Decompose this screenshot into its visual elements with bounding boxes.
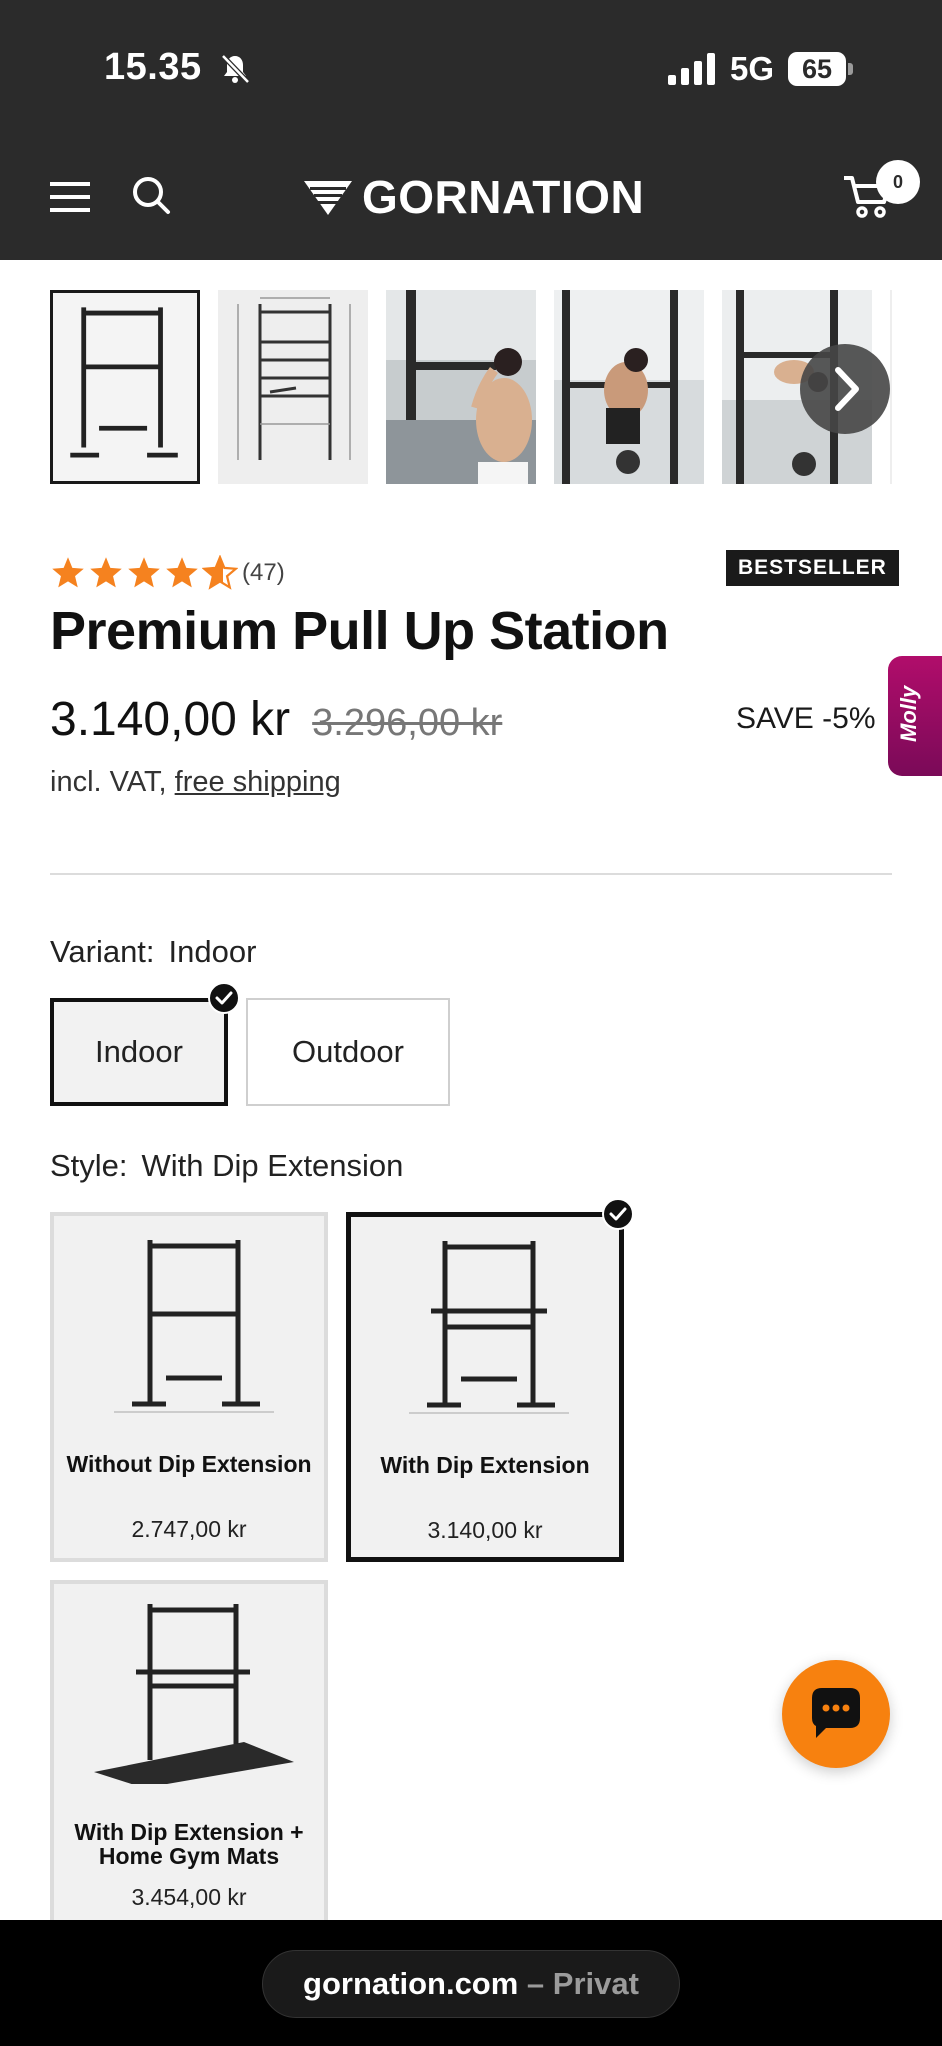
style-card-name: Without Dip Extension [66, 1451, 312, 1477]
menu-icon[interactable] [50, 180, 92, 214]
style-card-with-dip-mats[interactable]: With Dip Extension + Home Gym Mats 3.454… [50, 1580, 328, 1940]
style-card-name: With Dip Extension [380, 1452, 590, 1478]
check-icon [208, 982, 240, 1014]
thumbnail-6[interactable] [890, 290, 892, 484]
logo-mark-icon [304, 181, 352, 215]
style-card-price: 3.140,00 kr [427, 1517, 543, 1543]
check-icon [602, 1198, 634, 1230]
style-label-text: Style: [50, 1148, 128, 1183]
vat-note: incl. VAT, free shipping [50, 766, 341, 799]
star-icon [128, 557, 160, 588]
dimensions-image [237, 297, 351, 460]
thumbnail-4[interactable] [554, 290, 704, 484]
free-shipping-link[interactable]: free shipping [175, 766, 341, 798]
battery-indicator: 65 [788, 52, 846, 86]
style-selected-value: With Dip Extension [141, 1148, 404, 1183]
logo[interactable]: GORNATION [304, 168, 644, 226]
private-mode-label: Privat [552, 1966, 639, 2001]
browser-bar: gornation.com – Privat [0, 1920, 942, 2046]
variant-label-text: Variant: [50, 934, 155, 969]
thumbnail-2[interactable] [218, 290, 368, 484]
thumbnail-next-button[interactable] [800, 344, 890, 434]
url-domain: gornation.com [303, 1966, 519, 2001]
thumbnail-strip [50, 290, 892, 486]
star-icon [90, 557, 122, 588]
thumbnail-3[interactable] [386, 290, 536, 484]
thumbnail-1[interactable] [50, 290, 200, 484]
status-bar: 15.35 5G 65 [0, 0, 942, 130]
product-title: Premium Pull Up Station [50, 601, 669, 661]
chevron-right-icon [835, 367, 859, 411]
style-card-image [351, 1227, 619, 1417]
url-separator: – [518, 1966, 553, 2001]
current-price: 3.140,00 kr [50, 693, 291, 746]
url-bar[interactable]: gornation.com – Privat [262, 1950, 680, 2018]
logo-text: GORNATION [362, 171, 645, 223]
style-card-price: 2.747,00 kr [131, 1516, 247, 1542]
variant-selected-value: Indoor [168, 934, 257, 969]
variant-option-outdoor[interactable]: Outdoor [246, 998, 450, 1106]
save-label: SAVE -5% [736, 702, 876, 735]
molly-label: Molly [896, 685, 921, 742]
style-card-without-dip[interactable]: Without Dip Extension 2.747,00 kr [50, 1212, 328, 1562]
price-row: 3.140,00 kr 3.296,00 kr [50, 692, 502, 747]
signal-icon [668, 53, 715, 85]
variant-option-indoor[interactable]: Indoor [50, 998, 228, 1106]
molly-widget-tab[interactable]: Molly [888, 656, 942, 776]
pull-up-station-image [70, 307, 178, 458]
dips-photo [554, 290, 704, 484]
network-label: 5G [730, 50, 775, 87]
style-card-image [54, 1594, 324, 1784]
style-card-with-dip[interactable]: With Dip Extension 3.140,00 kr [346, 1212, 624, 1562]
battery-level: 65 [801, 54, 833, 84]
pull-up-photo [386, 290, 536, 484]
star-icon [52, 557, 84, 588]
status-time: 15.35 [104, 46, 202, 88]
star-icon [166, 557, 198, 588]
cart-count-badge[interactable]: 0 [876, 160, 920, 204]
battery-cap [848, 63, 853, 75]
bestseller-badge: BESTSELLER [726, 550, 899, 586]
chat-icon [812, 1688, 860, 1738]
rating-count: (47) [242, 559, 285, 586]
style-card-image [54, 1226, 324, 1416]
vat-text: incl. VAT, [50, 766, 167, 798]
bell-slash-icon [221, 54, 250, 84]
style-label: Style: With Dip Extension [50, 1148, 403, 1184]
chat-button[interactable] [782, 1660, 890, 1768]
variant-label: Variant: Indoor [50, 934, 256, 970]
search-icon[interactable] [130, 174, 172, 216]
divider [50, 873, 892, 875]
site-header: GORNATION 0 [0, 130, 942, 260]
half-star-icon [202, 555, 238, 590]
style-card-price: 3.454,00 kr [131, 1884, 247, 1910]
style-card-name: With Dip Extension + Home Gym Mats [74, 1819, 304, 1869]
original-price: 3.296,00 kr [312, 702, 503, 744]
rating[interactable]: (47) [50, 553, 285, 593]
